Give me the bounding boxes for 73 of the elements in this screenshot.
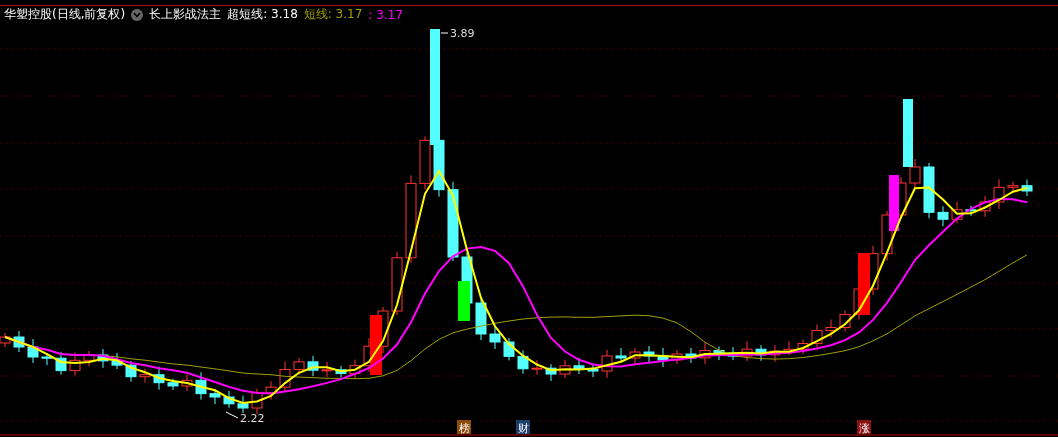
candle bbox=[307, 355, 319, 377]
candle bbox=[573, 357, 585, 375]
event-marker[interactable]: 涨 bbox=[857, 420, 871, 435]
candle bbox=[811, 324, 823, 350]
event-marker[interactable]: 财 bbox=[516, 420, 530, 435]
candle bbox=[349, 359, 361, 380]
candle bbox=[153, 366, 165, 391]
candle bbox=[13, 330, 25, 353]
candle bbox=[41, 352, 53, 366]
candle bbox=[713, 346, 725, 361]
candle bbox=[839, 310, 851, 332]
low-price-label: 2.22 bbox=[225, 411, 265, 425]
candle bbox=[601, 349, 613, 379]
candle bbox=[923, 162, 935, 219]
candle bbox=[111, 352, 123, 370]
indicator-value: 超短线: 3.18 bbox=[227, 6, 298, 23]
candle bbox=[657, 347, 669, 368]
high-price-label: 3.89 bbox=[440, 27, 475, 40]
candle bbox=[335, 365, 347, 379]
candle bbox=[55, 351, 67, 376]
candle bbox=[889, 175, 899, 231]
indicator-value: : 3.17 bbox=[368, 7, 403, 22]
candle bbox=[531, 359, 543, 376]
candle bbox=[629, 347, 641, 364]
candle bbox=[1007, 181, 1019, 192]
candle bbox=[125, 360, 137, 383]
candle bbox=[545, 363, 557, 382]
dropdown-icon[interactable] bbox=[131, 8, 144, 21]
indicator-name: 长上影战法主 bbox=[149, 6, 222, 23]
candle bbox=[1021, 179, 1033, 197]
candle bbox=[587, 364, 599, 378]
candle bbox=[727, 346, 739, 361]
candle bbox=[237, 395, 249, 414]
candle bbox=[293, 357, 305, 375]
candle bbox=[83, 350, 95, 367]
candle bbox=[489, 325, 501, 350]
candle bbox=[475, 296, 487, 341]
candle bbox=[69, 351, 81, 377]
candle bbox=[279, 361, 291, 392]
candle bbox=[223, 390, 235, 409]
candle bbox=[559, 359, 571, 379]
indicator-value: 短线: 3.17 bbox=[303, 6, 363, 23]
candle bbox=[458, 281, 470, 321]
candle bbox=[979, 195, 991, 218]
event-marker[interactable]: 榜 bbox=[457, 420, 471, 435]
candle bbox=[97, 348, 109, 369]
candle bbox=[391, 251, 403, 316]
candle bbox=[181, 373, 193, 392]
candle bbox=[825, 319, 837, 338]
candle bbox=[321, 361, 333, 378]
candle bbox=[643, 345, 655, 363]
candle bbox=[699, 342, 711, 365]
candle bbox=[209, 389, 221, 405]
candle bbox=[993, 178, 1005, 210]
candle bbox=[685, 347, 697, 364]
candle bbox=[195, 371, 207, 401]
candle bbox=[965, 205, 977, 217]
candle bbox=[951, 201, 963, 224]
stock-title: 华塑控股(日线,前复权) bbox=[4, 6, 126, 23]
candle bbox=[615, 347, 627, 363]
candle bbox=[755, 344, 767, 362]
candle bbox=[741, 340, 753, 362]
candle bbox=[27, 338, 39, 364]
candle bbox=[167, 378, 179, 391]
candle bbox=[251, 388, 263, 415]
candle bbox=[139, 368, 151, 384]
candle bbox=[517, 349, 529, 375]
candle bbox=[671, 349, 683, 365]
candle bbox=[265, 380, 277, 401]
candle bbox=[503, 337, 515, 361]
candle bbox=[937, 205, 949, 227]
candle bbox=[783, 340, 795, 356]
candle bbox=[797, 339, 809, 355]
